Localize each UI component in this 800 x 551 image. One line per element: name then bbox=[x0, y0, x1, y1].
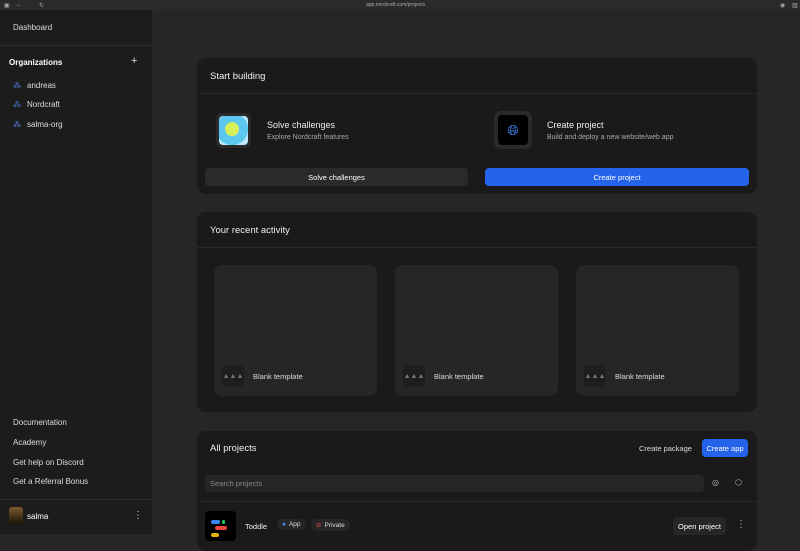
tabs-icon[interactable]: ▥ bbox=[792, 2, 798, 9]
user-menu-icon[interactable]: ⋮ bbox=[133, 510, 143, 521]
template-icon: ▲▲▲ bbox=[222, 365, 244, 387]
divider bbox=[0, 45, 153, 46]
project-visibility-badge: ⊘ Private bbox=[311, 519, 350, 531]
recent-activity-card: Your recent activity ▲▲▲ Blank template ▲… bbox=[197, 212, 757, 412]
org-label: Nordcraft bbox=[27, 100, 60, 109]
organizations-heading: Organizations bbox=[9, 58, 63, 67]
organization-icon: ⁂ bbox=[13, 100, 21, 109]
user-name[interactable]: salma bbox=[27, 512, 48, 521]
link-discord[interactable]: Get help on Discord bbox=[13, 458, 84, 467]
forward-icon[interactable]: → bbox=[28, 2, 34, 8]
avatar[interactable] bbox=[9, 507, 23, 525]
create-desc: Build and deploy a new website/web app bbox=[547, 134, 674, 141]
divider bbox=[197, 247, 757, 248]
private-icon: ⊘ bbox=[316, 522, 322, 529]
open-project-button[interactable]: Open project bbox=[673, 517, 726, 535]
browser-toolbar: ▣ ← → ↻ app.nordcraft.com/projects ◉ ▥ bbox=[0, 0, 800, 10]
org-label: salma-org bbox=[27, 120, 63, 129]
back-icon[interactable]: ← bbox=[16, 2, 22, 8]
sidebar-org-salma-org[interactable]: ⁂ salma-org bbox=[13, 120, 63, 129]
template-label: Blank template bbox=[615, 372, 665, 381]
template-label: Blank template bbox=[253, 372, 303, 381]
sidebar-toggle-icon[interactable]: ▣ bbox=[4, 2, 10, 9]
challenges-icon bbox=[216, 113, 251, 148]
organization-icon: ⁂ bbox=[13, 81, 21, 90]
all-projects-card: All projects Create package Create app S… bbox=[197, 431, 757, 551]
template-card[interactable]: ▲▲▲ Blank template bbox=[395, 265, 558, 396]
solve-desc: Explore Nordcraft features bbox=[267, 134, 349, 141]
solve-title: Solve challenges bbox=[267, 120, 336, 130]
link-documentation[interactable]: Documentation bbox=[13, 418, 67, 427]
template-card[interactable]: ▲▲▲ Blank template bbox=[576, 265, 739, 396]
create-project-button[interactable]: Create project bbox=[485, 168, 749, 186]
divider bbox=[197, 93, 757, 94]
project-menu-icon[interactable]: ⋮ bbox=[736, 519, 746, 530]
template-icon: ▲▲▲ bbox=[584, 365, 606, 387]
reload-icon[interactable]: ↻ bbox=[39, 2, 44, 9]
project-type-badge: ● App bbox=[277, 519, 306, 530]
create-app-button[interactable]: Create app bbox=[702, 439, 748, 457]
globe-filter-icon[interactable]: ◎ bbox=[712, 478, 719, 487]
add-organization-button[interactable]: + bbox=[131, 55, 137, 67]
solve-challenges-button[interactable]: Solve challenges bbox=[205, 168, 468, 186]
sidebar-org-andreas[interactable]: ⁂ andreas bbox=[13, 81, 56, 90]
link-academy[interactable]: Academy bbox=[13, 438, 46, 447]
globe-icon: 🌐︎ bbox=[494, 111, 532, 149]
project-thumbnail[interactable] bbox=[205, 511, 236, 541]
divider bbox=[197, 501, 757, 502]
template-card[interactable]: ▲▲▲ Blank template bbox=[214, 265, 377, 396]
link-referral[interactable]: Get a Referral Bonus bbox=[13, 477, 88, 486]
project-name[interactable]: Toddle bbox=[245, 522, 267, 531]
template-label: Blank template bbox=[434, 372, 484, 381]
recent-activity-title: Your recent activity bbox=[210, 225, 290, 236]
org-label: andreas bbox=[27, 81, 56, 90]
start-building-title: Start building bbox=[210, 71, 266, 82]
package-filter-icon[interactable]: ⬡ bbox=[735, 478, 742, 487]
sidebar: Dashboard Organizations + ⁂ andreas ⁂ Nord… bbox=[0, 10, 153, 534]
globe-icon: ● bbox=[282, 521, 286, 528]
organization-icon: ⁂ bbox=[13, 120, 21, 129]
template-icon: ▲▲▲ bbox=[403, 365, 425, 387]
search-projects-input[interactable]: Search projects bbox=[205, 475, 704, 492]
sidebar-item-dashboard[interactable]: Dashboard bbox=[13, 23, 52, 32]
create-title: Create project bbox=[547, 120, 604, 130]
create-package-button[interactable]: Create package bbox=[639, 444, 692, 453]
sidebar-org-nordcraft[interactable]: ⁂ Nordcraft bbox=[13, 100, 60, 109]
badge-label: App bbox=[288, 521, 301, 528]
url-bar[interactable]: app.nordcraft.com/projects bbox=[366, 2, 425, 8]
divider bbox=[0, 499, 153, 500]
start-building-card: Start building Solve challenges Explore … bbox=[197, 58, 757, 194]
all-projects-title: All projects bbox=[210, 443, 257, 454]
extension-icon[interactable]: ◉ bbox=[780, 2, 785, 9]
badge-label: Private bbox=[324, 521, 345, 529]
